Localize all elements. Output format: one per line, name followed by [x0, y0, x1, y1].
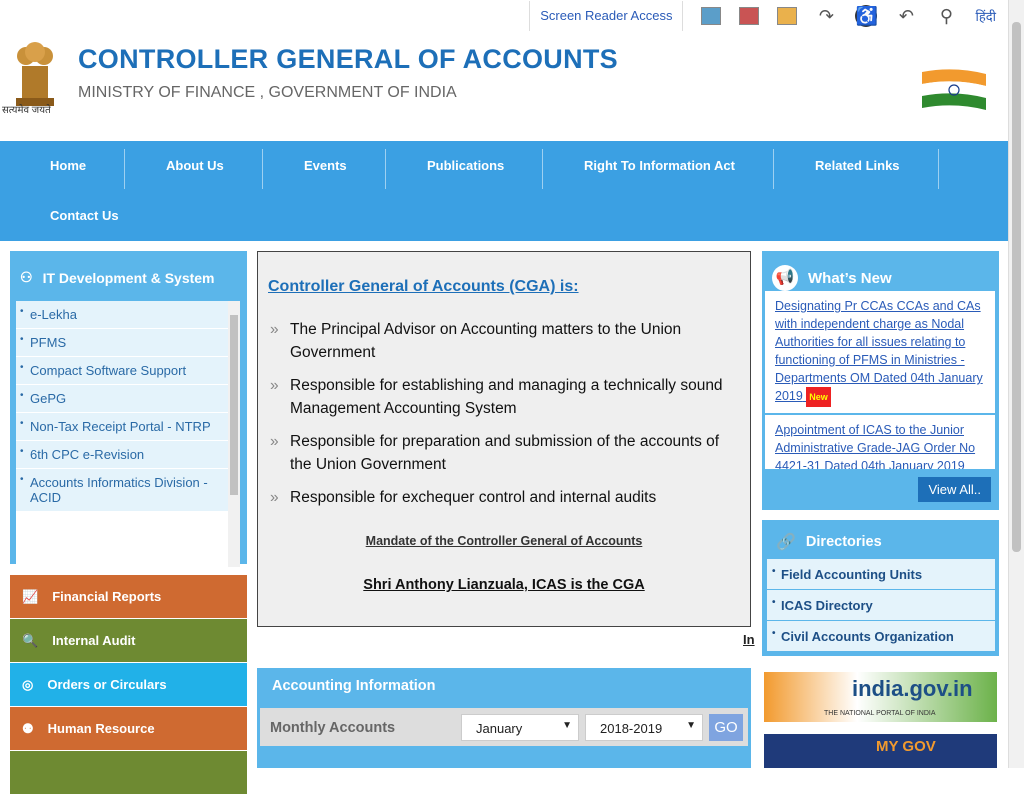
page-scrollbar[interactable] [1008, 0, 1024, 768]
search-icon[interactable]: ⚲ [935, 5, 957, 27]
magnifier-document-icon: 🔍 [22, 632, 39, 648]
it-link-compact-software[interactable]: Compact Software Support [16, 357, 228, 385]
accounting-information-panel: Accounting Information Monthly Accounts … [257, 668, 751, 768]
nav-events[interactable]: Events [304, 158, 347, 173]
it-link-pfms[interactable]: PFMS [16, 329, 228, 357]
cga-point: Responsible for preparation and submissi… [270, 430, 730, 476]
tile-next[interactable] [10, 751, 247, 794]
chevron-down-icon: ▼ [686, 720, 696, 731]
nav-publications[interactable]: Publications [427, 158, 504, 173]
whats-new-panel: 📢 What’s New Designating Pr CCAs CCAs an… [762, 251, 999, 510]
theme-red-icon[interactable] [739, 7, 760, 25]
mygov-banner[interactable]: MY GOV [764, 734, 997, 768]
people-icon: ⚉ [22, 720, 34, 736]
monthly-accounts-row: Monthly Accounts January ▼ 2018-2019 ▼ GO [260, 708, 748, 746]
monthly-accounts-label: Monthly Accounts [270, 720, 396, 736]
news-item[interactable]: Appointment of ICAS to the Junior Admini… [765, 415, 995, 469]
cga-point: Responsible for establishing and managin… [270, 374, 730, 420]
dir-civil-accounts-org[interactable]: Civil Accounts Organization [767, 621, 995, 651]
emblem-motto: सत्यमेव जयते [2, 105, 51, 116]
new-badge: New [806, 387, 831, 407]
main-navigation: Home About Us Events Publications Right … [0, 141, 1008, 241]
tile-internal-audit[interactable]: 🔍 Internal Audit [10, 619, 247, 662]
cga-point: The Principal Advisor on Accounting matt… [270, 318, 730, 364]
nav-about-us[interactable]: About Us [166, 158, 224, 173]
cga-info-box: Controller General of Accounts (CGA) is:… [257, 251, 751, 627]
dir-field-accounting-units[interactable]: Field Accounting Units [767, 559, 995, 589]
directories-panel: 🔗 Directories Field Accounting Units ICA… [762, 520, 999, 656]
india-gov-banner[interactable]: india.gov.in THE NATIONAL PORTAL OF INDI… [764, 672, 997, 722]
top-utility-bar: Screen Reader Access ↷ ♿ ↶ ⚲ हिंदी [0, 0, 1008, 32]
tile-orders-circulars[interactable]: ◎ Orders or Circulars [10, 663, 247, 706]
indian-flag-icon [922, 69, 986, 110]
accessibility-icon[interactable]: ♿ [855, 5, 878, 27]
site-subtitle: MINISTRY OF FINANCE , GOVERNMENT OF INDI… [78, 84, 457, 101]
whats-new-title: What’s New [808, 269, 892, 287]
news-ticker[interactable]: In [743, 632, 755, 647]
it-list-scrollbar[interactable] [228, 301, 240, 567]
theme-blue-icon[interactable] [701, 7, 722, 25]
it-link-acid[interactable]: Accounts Informatics Division - ACID [16, 469, 228, 512]
view-all-button[interactable]: View All.. [918, 477, 991, 502]
month-select[interactable]: January ▼ [461, 714, 579, 741]
nav-related-links[interactable]: Related Links [815, 158, 900, 173]
it-link-gepg[interactable]: GePG [16, 385, 228, 413]
chevron-down-icon: ▼ [562, 720, 572, 731]
cga-name-link[interactable]: Shri Anthony Lianzuala, ICAS is the CGA [258, 577, 750, 593]
cga-point: Responsible for exchequer control and in… [270, 486, 730, 509]
screen-reader-access-link[interactable]: Screen Reader Access [529, 1, 684, 31]
tile-financial-reports[interactable]: 📈 Financial Reports [10, 575, 247, 618]
bar-chart-icon: 📈 [22, 588, 39, 604]
it-development-panel: ⚇ IT Development & System e-Lekha PFMS C… [10, 251, 247, 567]
cga-heading[interactable]: Controller General of Accounts (CGA) is: [268, 278, 579, 296]
it-link-ntrp[interactable]: Non-Tax Receipt Portal - NTRP [16, 413, 228, 441]
it-panel-title: IT Development & System [42, 269, 215, 286]
cga-points-list: The Principal Advisor on Accounting matt… [270, 318, 730, 519]
it-link-elekha[interactable]: e-Lekha [16, 301, 228, 329]
people-network-icon: ⚇ [20, 269, 33, 285]
dir-icas-directory[interactable]: ICAS Directory [767, 590, 995, 620]
site-title[interactable]: CONTROLLER GENERAL OF ACCOUNTS [78, 44, 618, 75]
go-button[interactable]: GO [709, 714, 743, 741]
directories-title: Directories [805, 534, 882, 550]
mandate-link[interactable]: Mandate of the Controller General of Acc… [258, 534, 750, 548]
circular-icon: ◎ [22, 676, 34, 692]
decrease-font-icon[interactable]: ↷ [815, 5, 837, 27]
megaphone-icon: 📢 [772, 265, 798, 291]
year-select[interactable]: 2018-2019 ▼ [585, 714, 703, 741]
nav-rti-act[interactable]: Right To Information Act [584, 158, 735, 173]
nav-home[interactable]: Home [50, 158, 86, 173]
theme-orange-icon[interactable] [777, 7, 798, 25]
nav-contact-us[interactable]: Contact Us [50, 208, 119, 223]
news-item[interactable]: Designating Pr CCAs CCAs and CAs with in… [765, 291, 995, 415]
accounting-title: Accounting Information [272, 678, 436, 694]
hindi-language-link[interactable]: हिंदी [975, 7, 996, 25]
link-chain-icon: 🔗 [776, 534, 796, 551]
whats-new-list: Designating Pr CCAs CCAs and CAs with in… [765, 291, 995, 469]
increase-font-icon[interactable]: ↶ [895, 5, 917, 27]
tile-human-resource[interactable]: ⚉ Human Resource [10, 707, 247, 750]
it-links-list: e-Lekha PFMS Compact Software Support Ge… [16, 301, 240, 567]
it-link-6th-cpc[interactable]: 6th CPC e-Revision [16, 441, 228, 469]
site-header: सत्यमेव जयते CONTROLLER GENERAL OF ACCOU… [0, 32, 1008, 140]
